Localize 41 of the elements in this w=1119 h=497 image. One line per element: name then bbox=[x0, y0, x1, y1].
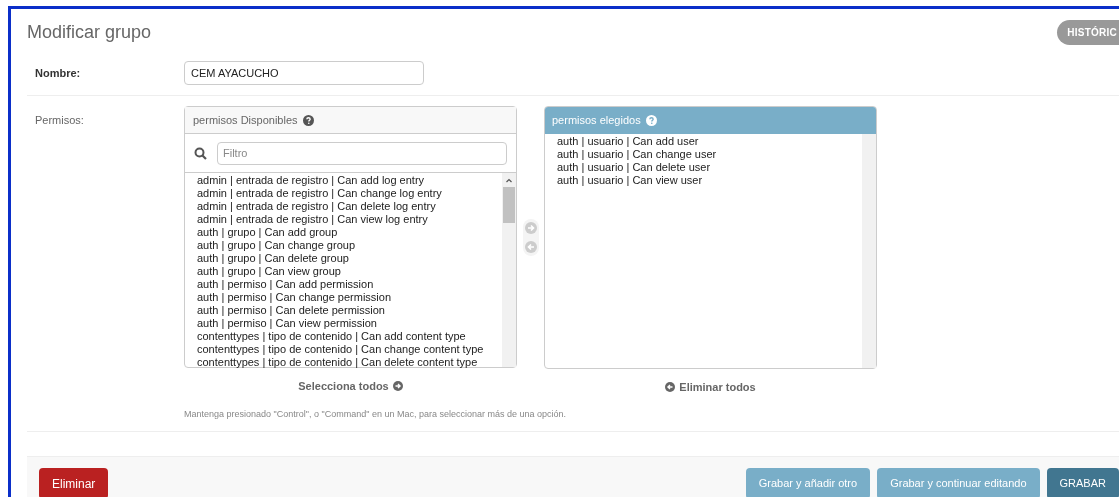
permission-option[interactable]: admin | entrada de registro | Can view log entry bbox=[197, 213, 502, 226]
arrow-left-icon[interactable] bbox=[665, 382, 676, 393]
permission-option[interactable]: auth | usuario | Can delete user bbox=[557, 161, 862, 174]
scrollbar[interactable] bbox=[862, 134, 876, 368]
permission-option[interactable]: auth | permiso | Can add permission bbox=[197, 278, 502, 291]
panel-title: permisos elegidos bbox=[552, 113, 641, 129]
permission-option[interactable]: contenttypes | tipo de contenido | Can add content type bbox=[197, 330, 502, 343]
field-label: Nombre: bbox=[35, 65, 82, 81]
add-arrow-icon[interactable] bbox=[524, 222, 537, 234]
permission-option[interactable]: auth | permiso | Can change permission bbox=[197, 291, 502, 304]
permission-option[interactable]: contenttypes | tipo de contenido | Can change content type bbox=[197, 343, 502, 356]
permission-option[interactable]: auth | grupo | Can view group bbox=[197, 265, 502, 278]
filter-field[interactable]: Filtro bbox=[217, 141, 507, 165]
scrollbar[interactable] bbox=[502, 173, 516, 367]
remove-all-link[interactable]: Eliminar todos bbox=[665, 379, 756, 396]
permission-option[interactable]: admin | entrada de registro | Can delete log entry bbox=[197, 200, 502, 213]
permission-option[interactable]: auth | permiso | Can view permission bbox=[197, 317, 502, 330]
permission-option[interactable]: auth | usuario | Can add user bbox=[557, 135, 862, 148]
remove-arrow-icon[interactable] bbox=[524, 241, 537, 253]
permission-option[interactable]: auth | permiso | Can delete permission bbox=[197, 304, 502, 317]
field-label: Permisos: bbox=[35, 113, 85, 128]
permission-option[interactable]: auth | usuario | Can change user bbox=[557, 148, 862, 161]
permission-option[interactable]: auth | grupo | Can change group bbox=[197, 239, 502, 252]
panel-title: permisos Disponibles bbox=[193, 112, 298, 128]
page-title: Modificar grupo bbox=[27, 20, 152, 44]
save-button[interactable]: GRABAR bbox=[1046, 468, 1119, 497]
permission-option[interactable]: admin | entrada de registro | Can add log entry bbox=[197, 174, 502, 187]
help-text: Mantenga presionado "Control", o "Command" en un Mac, para seleccionar más de una opción. bbox=[184, 407, 567, 421]
permission-option[interactable]: admin | entrada de registro | Can change log entry bbox=[197, 187, 502, 200]
permission-option[interactable]: auth | usuario | Can view user bbox=[557, 174, 862, 187]
scroll-thumb[interactable] bbox=[503, 187, 515, 223]
select-all-link[interactable]: Selecciona todos bbox=[298, 378, 403, 395]
help-icon bbox=[302, 114, 314, 126]
help-icon bbox=[645, 115, 657, 126]
search-icon bbox=[194, 146, 207, 160]
permission-option[interactable]: contenttypes | tipo de contenido | Can delete content type bbox=[197, 356, 502, 369]
delete-button[interactable]: Eliminar bbox=[39, 468, 109, 497]
permission-option[interactable]: auth | grupo | Can delete group bbox=[197, 252, 502, 265]
name-field[interactable]: CEM AYACUCHO bbox=[184, 61, 424, 85]
arrow-right-icon[interactable] bbox=[392, 381, 403, 392]
permission-option[interactable]: auth | grupo | Can add group bbox=[197, 226, 502, 239]
